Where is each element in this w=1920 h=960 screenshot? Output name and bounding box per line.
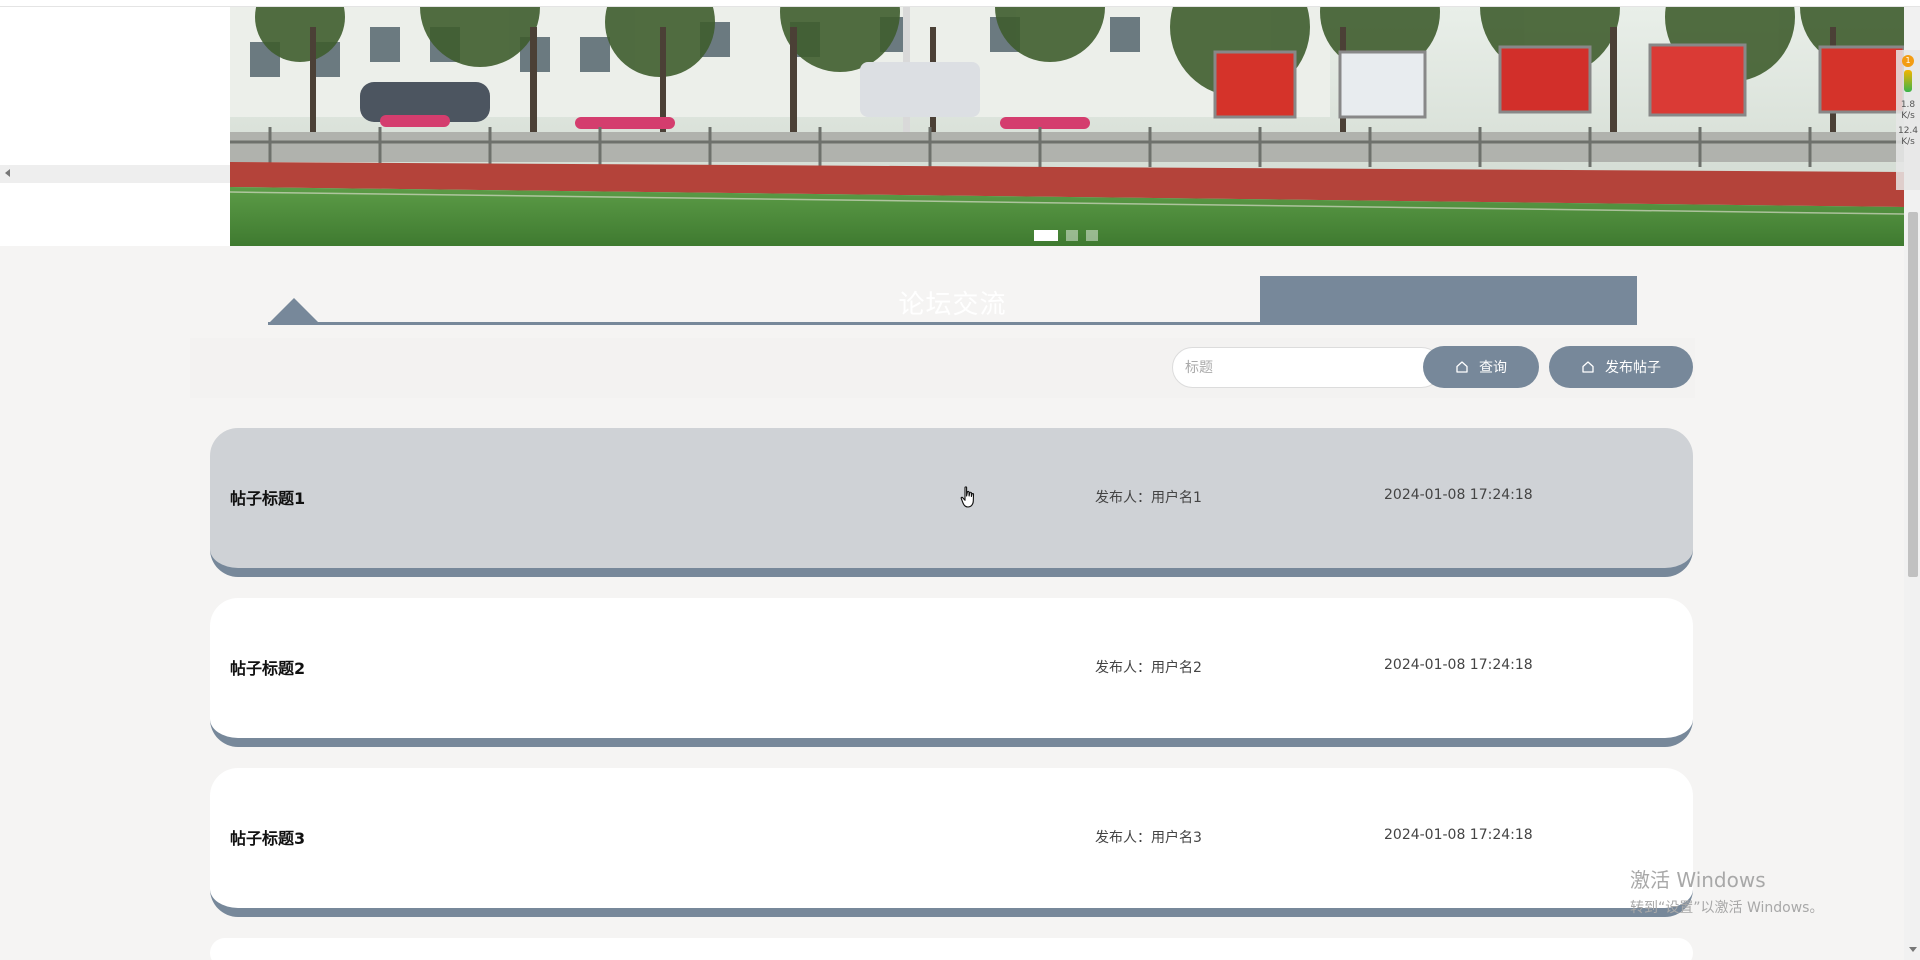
post-item-partial[interactable]: [210, 938, 1693, 960]
download-speed: 12.4: [1897, 126, 1919, 136]
horizontal-scrollbar[interactable]: [0, 165, 230, 183]
upload-speed: 1.8: [1900, 100, 1916, 110]
post-time: 2024-01-08 17:24:18: [1384, 827, 1533, 843]
query-button-label: 查询: [1479, 360, 1507, 376]
home-icon: [1456, 361, 1468, 373]
post-item[interactable]: 帖子标题2 发布人： 用户名2 2024-01-08 17:24:18: [210, 598, 1693, 747]
post-author: 发布人： 用户名2: [1095, 657, 1202, 677]
post-title[interactable]: 帖子标题2: [230, 655, 305, 679]
author-name: 用户名2: [1151, 660, 1202, 676]
watermark-title: 激活 Windows: [1630, 868, 1766, 892]
author-label: 发布人：: [1095, 830, 1151, 846]
author-name: 用户名3: [1151, 830, 1202, 846]
hand-cursor-icon: [960, 486, 975, 508]
left-panel: [0, 7, 230, 246]
post-time: 2024-01-08 17:24:18: [1384, 487, 1533, 503]
carousel-dot-1[interactable]: [1034, 230, 1058, 241]
post-title[interactable]: 帖子标题1: [230, 485, 305, 509]
carousel-dot-3[interactable]: [1086, 230, 1098, 241]
title-triangle-decoration: [268, 298, 320, 324]
banner-image: [230, 7, 1904, 246]
section-title: 论坛交流: [898, 290, 1007, 320]
publish-post-label: 发布帖子: [1605, 360, 1661, 376]
author-label: 发布人：: [1095, 660, 1151, 676]
post-author: 发布人： 用户名3: [1095, 827, 1202, 847]
network-speed-widget: 1 1.8 K/s 12.4 K/s: [1896, 50, 1920, 190]
home-icon: [1582, 361, 1594, 373]
carousel-indicators: [1034, 230, 1098, 241]
scroll-down-arrow-icon[interactable]: [1909, 947, 1917, 952]
post-author: 发布人： 用户名1: [1095, 487, 1202, 507]
watermark-subtitle: 转到“设置”以激活 Windows。: [1630, 900, 1824, 916]
windows-activation-watermark: 激活 Windows 转到“设置”以激活 Windows。: [1630, 864, 1823, 917]
download-unit: K/s: [1901, 137, 1915, 147]
upload-unit: K/s: [1901, 111, 1915, 121]
author-label: 发布人：: [1095, 490, 1151, 506]
banner-carousel[interactable]: [230, 7, 1904, 246]
post-item[interactable]: 帖子标题3 发布人： 用户名3 2024-01-08 17:24:18: [210, 768, 1693, 917]
title-underline: [268, 322, 1268, 325]
speed-bar-icon: [1904, 70, 1912, 92]
scrollbar-thumb[interactable]: [1908, 212, 1918, 577]
scroll-left-arrow-icon[interactable]: [5, 169, 10, 177]
window-top-edge: [0, 0, 1920, 7]
title-block-decoration: [1260, 276, 1637, 325]
query-button[interactable]: 查询: [1423, 346, 1539, 388]
post-title[interactable]: 帖子标题3: [230, 825, 305, 849]
publish-post-button[interactable]: 发布帖子: [1549, 346, 1693, 388]
title-search-input[interactable]: [1172, 347, 1442, 388]
notification-badge: 1: [1902, 55, 1914, 67]
author-name: 用户名1: [1151, 490, 1202, 506]
post-time: 2024-01-08 17:24:18: [1384, 657, 1533, 673]
post-item[interactable]: 帖子标题1 发布人： 用户名1 2024-01-08 17:24:18: [210, 428, 1693, 577]
carousel-dot-2[interactable]: [1066, 230, 1078, 241]
